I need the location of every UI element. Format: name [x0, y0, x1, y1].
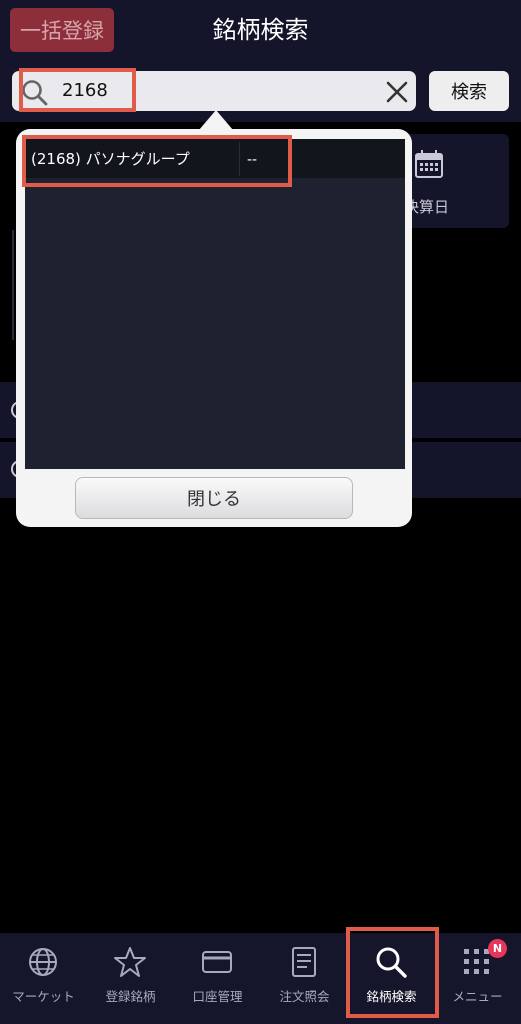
- notification-badge: N: [488, 939, 507, 958]
- tab-menu[interactable]: メニュー: [434, 933, 521, 1024]
- calendar-icon: [415, 150, 443, 178]
- tab-watchlist[interactable]: 登録銘柄: [87, 933, 174, 1024]
- popover-arrow: [199, 110, 233, 130]
- result-highlight-box: [22, 135, 292, 187]
- tab-label: マーケット: [12, 989, 75, 1004]
- search-results-list: [25, 139, 405, 469]
- tab-label: 登録銘柄: [105, 989, 156, 1004]
- tab-market[interactable]: マーケット: [0, 933, 87, 1024]
- tab-label: 注文照会: [279, 989, 330, 1004]
- document-icon: [292, 947, 316, 977]
- tab-label: メニュー: [452, 989, 503, 1004]
- tab-label: 口座管理: [192, 989, 243, 1004]
- globe-icon: [29, 948, 57, 976]
- tab-orders[interactable]: 注文照会: [261, 933, 348, 1024]
- bulk-register-button[interactable]: 一括登録: [10, 8, 114, 52]
- card-icon: [202, 951, 232, 973]
- search-button[interactable]: 検索: [429, 71, 509, 111]
- tab-highlight-box: [346, 927, 439, 1018]
- clear-icon[interactable]: [384, 79, 410, 105]
- star-icon: [114, 947, 146, 977]
- divider: [12, 230, 14, 340]
- search-highlight-box: [19, 68, 136, 112]
- tab-account[interactable]: 口座管理: [174, 933, 261, 1024]
- close-button[interactable]: 閉じる: [75, 477, 353, 519]
